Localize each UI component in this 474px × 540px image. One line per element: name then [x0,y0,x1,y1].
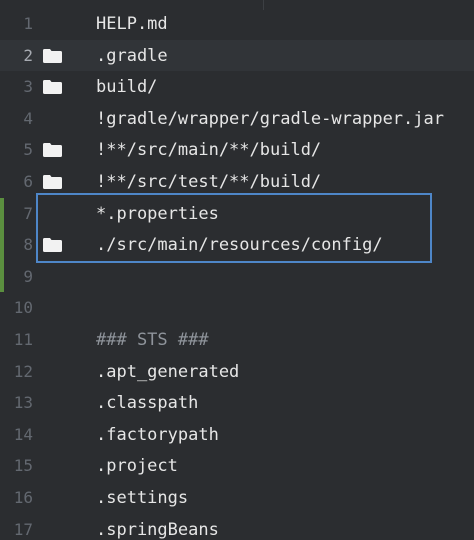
editor-line[interactable]: 17 .springBeans [0,514,474,540]
line-number: 13 [13,393,33,413]
folder-icon [43,237,62,253]
folder-icon [43,48,62,63]
code-text: !**/src/test/**/build/ [96,171,322,192]
line-number: 7 [23,203,33,223]
folder-icon [43,142,62,158]
code-text: HELP.md [96,14,168,34]
code-text: !**/src/main/**/build/ [96,140,322,161]
editor-lines[interactable]: 1 HELP.md 2 .gradle 3 build/4 !gradle/wrapper/… [0,8,474,540]
editor-line[interactable]: 9 [0,260,474,293]
line-number: 8 [23,235,33,255]
code-text: .project [96,456,178,477]
editor-line[interactable]: 10 [0,292,474,324]
code-text: build/ [96,77,158,98]
line-number: 9 [23,266,33,286]
comment-text: ### STS ### [96,329,209,350]
editor-line[interactable]: 14 .factorypath [0,419,474,451]
line-number: 16 [13,487,33,507]
editor-line[interactable]: 4 !gradle/wrapper/gradle-wrapper.jar [0,103,474,135]
folder-icon [43,174,62,189]
code-text: !gradle/wrapper/gradle-wrapper.jar [96,108,444,129]
editor-line[interactable]: 16 .settings [0,482,474,514]
code-text: *.properties [96,203,219,224]
line-number: 2 [23,45,33,65]
editor-line[interactable]: 13 .classpath [0,387,474,419]
editor-line[interactable]: 1 HELP.md [0,8,474,40]
editor-line[interactable]: 2 .gradle [0,39,474,72]
line-number: 10 [13,298,33,318]
line-number: 14 [13,424,33,444]
line-number: 4 [23,108,33,128]
editor-line[interactable]: 3 build/ [0,71,474,103]
editor-line[interactable]: 12 .apt_generated [0,356,474,388]
code-text: .classpath [96,393,199,414]
code-text: .gradle [96,45,168,66]
line-number: 17 [13,519,33,539]
code-text: ./src/main/resources/config/ [96,235,383,256]
code-text: .settings [96,487,189,508]
folder-icon [43,79,62,95]
editor-line[interactable]: 5 !**/src/main/**/build/ [0,134,474,166]
editor-line[interactable]: 8 ./src/main/resources/config/ [0,229,474,261]
code-text: .factorypath [96,424,219,445]
code-text: .springBeans [96,519,219,540]
line-number: 15 [13,456,33,476]
line-number: 3 [23,77,33,97]
editor-line[interactable]: 6 !**/src/test/**/build/ [0,166,474,198]
editor-line[interactable]: 7 *.properties [0,197,474,230]
code-editor[interactable]: 1 HELP.md 2 .gradle 3 build/4 !gradle/wrapper/… [0,0,474,540]
editor-line[interactable]: 11 ### STS ### [0,324,474,356]
line-number: 11 [13,329,33,349]
editor-line[interactable]: 15 .project [0,450,474,482]
line-number: 12 [13,361,33,381]
code-text: .apt_generated [96,361,240,382]
line-number: 5 [23,140,33,160]
line-number: 1 [23,14,33,33]
line-number: 6 [23,171,33,191]
